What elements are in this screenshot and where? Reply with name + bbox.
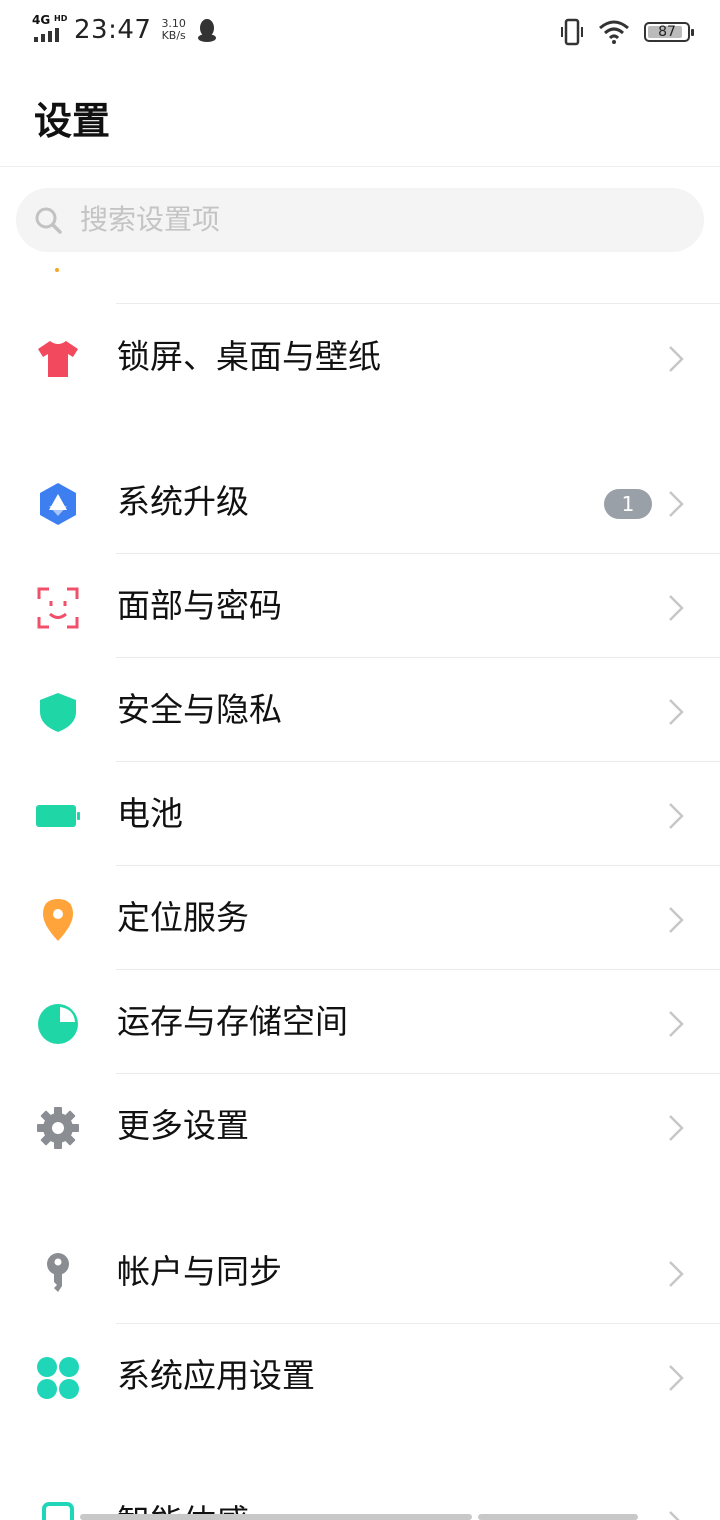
settings-item-system-apps[interactable]: 系统应用设置 bbox=[0, 1324, 720, 1428]
status-bar: 4G HD 23:47 3.10 KB/s 87 bbox=[0, 0, 720, 64]
item-label: 更多设置 bbox=[117, 1106, 249, 1145]
chevron-right-icon bbox=[669, 1115, 684, 1141]
settings-item-lockscreen-wallpaper[interactable]: 锁屏、桌面与壁纸 bbox=[0, 305, 720, 409]
chevron-right-icon bbox=[669, 699, 684, 725]
shield-icon bbox=[40, 693, 76, 732]
search-input[interactable]: 搜索设置项 bbox=[16, 188, 704, 252]
chevron-right-icon bbox=[669, 803, 684, 829]
chevron-right-icon bbox=[669, 1511, 680, 1520]
scrollbar[interactable] bbox=[80, 1514, 472, 1520]
face-scan-icon bbox=[37, 587, 79, 629]
tshirt-icon bbox=[38, 341, 78, 377]
search-icon bbox=[35, 207, 62, 234]
four-petal-icon bbox=[37, 1357, 79, 1399]
chevron-right-icon bbox=[669, 346, 684, 372]
scrollbar-secondary[interactable] bbox=[478, 1514, 638, 1520]
item-label: 安全与隐私 bbox=[117, 690, 282, 729]
item-label: 帐户与同步 bbox=[117, 1252, 282, 1291]
item-label: 电池 bbox=[117, 794, 183, 833]
settings-item-system-upgrade[interactable]: 系统升级 1 bbox=[0, 450, 720, 554]
gear-icon bbox=[37, 1107, 79, 1149]
divider bbox=[116, 303, 720, 304]
location-pin-icon bbox=[43, 899, 73, 941]
chevron-right-icon bbox=[669, 1365, 684, 1391]
chevron-right-icon bbox=[669, 1011, 684, 1037]
update-count-badge: 1 bbox=[604, 489, 652, 519]
item-label: 定位服务 bbox=[117, 898, 249, 937]
settings-item-account-sync[interactable]: 帐户与同步 bbox=[0, 1220, 720, 1324]
chevron-right-icon bbox=[669, 595, 684, 621]
clock: 23:47 bbox=[74, 15, 152, 45]
settings-item-battery[interactable]: 电池 bbox=[0, 762, 720, 866]
battery-icon: 87 bbox=[644, 22, 694, 42]
partial-item-indicator bbox=[55, 268, 59, 272]
settings-item-location[interactable]: 定位服务 bbox=[0, 866, 720, 970]
battery-icon bbox=[36, 805, 80, 827]
settings-item-face-password[interactable]: 面部与密码 bbox=[0, 554, 720, 658]
settings-item-security-privacy[interactable]: 安全与隐私 bbox=[0, 658, 720, 762]
qq-penguin-icon bbox=[197, 19, 216, 42]
chevron-right-icon bbox=[669, 907, 684, 933]
settings-item-memory-storage[interactable]: 运存与存储空间 bbox=[0, 970, 720, 1074]
item-label: 系统升级 bbox=[117, 482, 249, 521]
header-divider bbox=[0, 166, 720, 167]
search-placeholder: 搜索设置项 bbox=[80, 203, 221, 236]
system-upgrade-icon bbox=[40, 483, 76, 525]
chevron-right-icon bbox=[669, 491, 684, 517]
signal-icon: 4G HD bbox=[32, 14, 68, 46]
item-label: 面部与密码 bbox=[117, 586, 282, 625]
chevron-right-icon bbox=[669, 1261, 684, 1287]
settings-item-more-settings[interactable]: 更多设置 bbox=[0, 1074, 720, 1178]
key-icon bbox=[47, 1253, 69, 1292]
item-label: 运存与存储空间 bbox=[117, 1002, 348, 1041]
settings-item-smart-motion[interactable]: 智能体感 bbox=[0, 1470, 720, 1520]
network-speed: 3.10 KB/s bbox=[161, 17, 186, 42]
pie-chart-icon bbox=[38, 1004, 78, 1044]
smart-motion-icon bbox=[42, 1502, 74, 1520]
wifi-icon bbox=[599, 20, 629, 44]
page-title: 设置 bbox=[34, 99, 111, 143]
item-label: 锁屏、桌面与壁纸 bbox=[117, 337, 381, 376]
vibrate-icon bbox=[561, 18, 583, 46]
item-label: 系统应用设置 bbox=[117, 1356, 315, 1395]
